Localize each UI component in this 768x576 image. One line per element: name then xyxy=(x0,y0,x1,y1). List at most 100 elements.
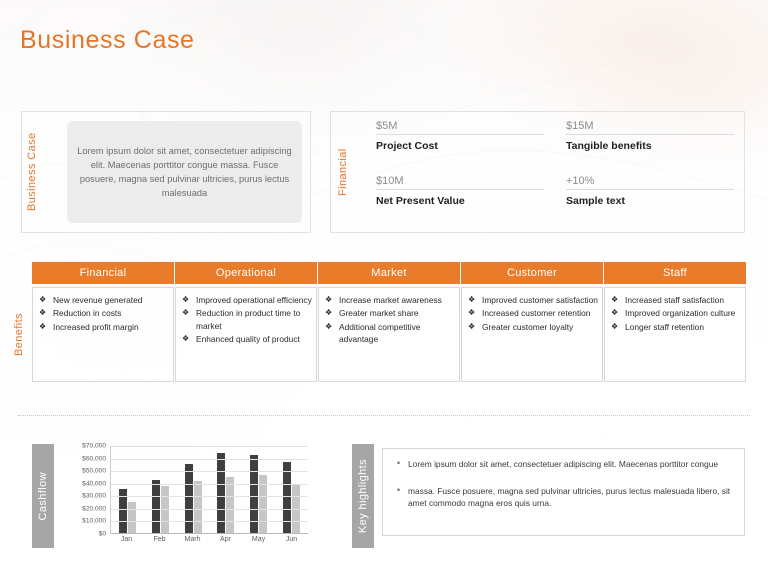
page-title: Business Case xyxy=(20,26,195,54)
list-item: ❖ Increased profit margin xyxy=(39,321,169,333)
financial-metric-label: Tangible benefits xyxy=(566,140,652,152)
list-item-label: Increased profit margin xyxy=(53,321,139,332)
benefits-column-body: ❖ Improved customer satisfaction ❖ Increase… xyxy=(461,287,603,382)
chart-bar xyxy=(184,464,193,533)
list-item: ❖ Reduction in product time to market xyxy=(182,307,312,332)
chart-x-tick-label: Marh xyxy=(184,536,201,543)
cashflow-side-label: Cashflow xyxy=(37,471,49,521)
chart-y-tick-label: $50,000 xyxy=(82,467,106,475)
financial-metric: $15M Tangible benefits xyxy=(566,120,734,169)
chart-gridline xyxy=(111,471,308,473)
diamond-bullet-icon: ❖ xyxy=(611,321,619,331)
benefits-column: Market ❖ Increase market awareness ❖ Greater… xyxy=(318,262,460,382)
chart-x-axis: Jan Feb Marh Apr May Jun xyxy=(110,536,308,543)
chart-gridline xyxy=(111,521,308,523)
benefits-list: ❖ Increased staff satisfaction ❖ Improved o… xyxy=(611,294,741,333)
list-item-label: Improved operational efficiency xyxy=(196,295,312,305)
diamond-bullet-icon: ❖ xyxy=(611,295,619,304)
list-item: ❖ Longer staff retention xyxy=(611,321,741,333)
list-item: ❖ Additional competitive advantage xyxy=(325,321,455,346)
list-item: ❖ Increased customer retention xyxy=(468,307,598,319)
benefits-column: Customer ❖ Improved customer satisfaction ❖… xyxy=(461,262,603,382)
benefits-column-body: ❖ Improved operational efficiency ❖ Reducti… xyxy=(175,287,317,382)
financial-metric-value: +10% xyxy=(566,175,734,190)
diamond-bullet-icon: ❖ xyxy=(468,321,476,331)
list-item: ❖ Improved organization culture xyxy=(611,307,741,319)
financial-metrics-grid: $5M Project Cost $15M Tangible benefits … xyxy=(376,120,734,224)
list-item-label: Longer staff retention xyxy=(625,321,704,332)
chart-y-tick-label: $20,000 xyxy=(82,505,106,513)
benefits-column-header[interactable]: Customer xyxy=(461,262,603,284)
slide-canvas: Business Case Lorem ipsum dolor sit amet… xyxy=(0,0,768,576)
list-item-label: Improved customer satisfaction xyxy=(482,295,598,305)
chart-bar xyxy=(151,480,160,533)
benefits-column: Financial ❖ New revenue generated ❖ Reductio… xyxy=(32,262,174,382)
chart-x-tick-label: Feb xyxy=(153,536,166,543)
list-item: ❖ Greater market share xyxy=(325,307,455,319)
chart-y-tick-label: $60,000 xyxy=(82,455,106,463)
list-item-label: Greater market share xyxy=(339,308,419,319)
list-item: ❖ Greater customer loyalty xyxy=(468,321,598,333)
key-highlights-panel: • Lorem ipsum dolor sit amet, consectetue… xyxy=(382,448,745,536)
financial-metric-value: $15M xyxy=(566,120,734,135)
list-item: ❖ Increased staff satisfaction xyxy=(611,294,741,306)
benefits-column-header[interactable]: Staff xyxy=(604,262,746,284)
diamond-bullet-icon: ❖ xyxy=(39,308,47,318)
chart-bar xyxy=(193,481,202,533)
section-divider xyxy=(18,415,750,416)
business-case-body: Lorem ipsum dolor sit amet, consectetuer… xyxy=(77,146,292,198)
benefits-column-header[interactable]: Operational xyxy=(175,262,317,284)
list-item: ❖ Increase market awareness xyxy=(325,294,455,306)
list-item: ❖ Improved customer satisfaction xyxy=(468,294,598,306)
list-item: ❖ Enhanced quality of product xyxy=(182,333,312,345)
diamond-bullet-icon: ❖ xyxy=(182,334,190,344)
chart-x-tick-label: Apr xyxy=(220,536,231,543)
benefits-side-label: Benefits xyxy=(13,313,25,357)
financial-panel: $5M Project Cost $15M Tangible benefits … xyxy=(330,111,745,233)
chart-bar xyxy=(226,477,235,533)
chart-gridline xyxy=(111,496,308,498)
diamond-bullet-icon: ❖ xyxy=(325,308,333,318)
list-item-label: Increased staff satisfaction xyxy=(625,295,725,305)
financial-side-label: Financial xyxy=(337,148,349,196)
chart-y-tick-label: $30,000 xyxy=(82,492,106,500)
business-case-side-label: Business Case xyxy=(26,132,38,212)
diamond-bullet-icon: ❖ xyxy=(468,308,476,318)
chart-y-axis: $70,000 $60,000 $50,000 $40,000 $30,000 $20,0… xyxy=(60,443,108,538)
list-item-label: massa. Fusce posuere, magna sed pulvinar… xyxy=(408,485,731,509)
chart-x-tick-label: Jun xyxy=(285,536,298,543)
list-item-label: Reduction in costs xyxy=(53,308,122,319)
business-case-textbox: Lorem ipsum dolor sit amet, consectetuer… xyxy=(67,121,302,223)
diamond-bullet-icon: ❖ xyxy=(325,321,333,331)
chart-x-tick-label: May xyxy=(251,536,266,543)
benefits-list: ❖ Improved operational efficiency ❖ Reducti… xyxy=(182,294,312,346)
benefits-list: ❖ Improved customer satisfaction ❖ Increase… xyxy=(468,294,598,333)
list-item: ❖ New revenue generated xyxy=(39,294,169,306)
key-highlights-list: • Lorem ipsum dolor sit amet, consectetue… xyxy=(395,458,732,510)
list-item-label: Enhanced quality of product xyxy=(196,334,300,345)
financial-metric: +10% Sample text xyxy=(566,175,734,224)
list-item-label: Increase market awareness xyxy=(339,295,442,305)
list-item: • Lorem ipsum dolor sit amet, consectetue… xyxy=(395,458,732,471)
chart-y-tick-label: $10,000 xyxy=(82,517,106,525)
chart-gridline xyxy=(111,458,308,460)
list-item-label: New revenue generated xyxy=(53,295,143,305)
key-highlights-side-tab: Key highlights xyxy=(352,444,374,548)
financial-metric: $10M Net Present Value xyxy=(376,175,544,224)
list-item-label: Increased customer retention xyxy=(482,308,591,319)
chart-y-tick-label: $40,000 xyxy=(82,480,106,488)
benefits-column-body: ❖ Increase market awareness ❖ Greater marke… xyxy=(318,287,460,382)
chart-plot-area xyxy=(110,446,308,534)
chart-y-tick-label: $0 xyxy=(98,530,106,538)
diamond-bullet-icon: ❖ xyxy=(182,295,190,304)
diamond-bullet-icon: ❖ xyxy=(468,295,476,304)
financial-metric: $5M Project Cost xyxy=(376,120,544,169)
benefits-column-header[interactable]: Financial xyxy=(32,262,174,284)
financial-metric-value: $5M xyxy=(376,120,544,135)
diamond-bullet-icon: ❖ xyxy=(182,308,190,318)
benefits-column-header[interactable]: Market xyxy=(318,262,460,284)
list-item: ❖ Reduction in costs xyxy=(39,307,169,319)
financial-metric-value: $10M xyxy=(376,175,544,190)
chart-gridline xyxy=(111,483,308,485)
list-item-label: Additional competitive advantage xyxy=(339,321,421,345)
